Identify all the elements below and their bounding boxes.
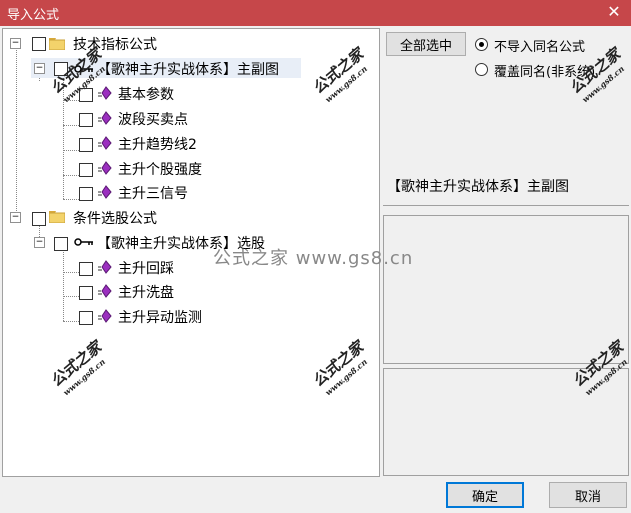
formula-gem-icon (98, 185, 112, 199)
tree-item-label: 主升异动监测 (118, 310, 202, 326)
cancel-button[interactable]: 取消 (549, 482, 627, 508)
tree-item-label: 主升三信号 (118, 186, 188, 202)
radio-skip-duplicates[interactable] (475, 38, 488, 51)
tree-item[interactable]: 主升异动监测 (79, 306, 279, 326)
tree-line (63, 125, 79, 126)
formula-gem-icon (98, 136, 112, 150)
checkbox[interactable] (32, 37, 46, 51)
formula-description-box (383, 215, 629, 364)
tree-item-label: 主升洗盘 (118, 285, 174, 301)
collapse-toggle[interactable]: − (34, 63, 45, 74)
title-bar: 导入公式 ✕ (0, 0, 631, 26)
collapse-toggle[interactable]: − (10, 38, 21, 49)
watermark-center: 公式之家 www.gs8.cn (213, 248, 414, 269)
tree-item[interactable]: 波段买卖点 (79, 108, 279, 128)
formula-gem-icon (98, 309, 112, 323)
key-icon (74, 238, 93, 246)
checkbox[interactable] (79, 262, 93, 276)
window-title: 导入公式 (7, 8, 60, 23)
checkbox[interactable] (79, 113, 93, 127)
tree-line (63, 296, 79, 297)
checkbox[interactable] (54, 237, 68, 251)
formula-gem-icon (98, 111, 112, 125)
tree-line (63, 199, 79, 200)
tree-item-label: 主升趋势线2 (118, 137, 197, 153)
checkbox[interactable] (79, 286, 93, 300)
radio-skip-duplicates-label[interactable]: 不导入同名公式 (494, 36, 585, 55)
folder-icon (49, 211, 65, 223)
divider (383, 205, 629, 206)
tree-item[interactable]: 主升洗盘 (79, 281, 279, 301)
tree-item-label: 主升回踩 (118, 261, 174, 277)
formula-gem-icon (98, 161, 112, 175)
tree-line (63, 272, 79, 273)
checkbox[interactable] (79, 163, 93, 177)
checkbox[interactable] (32, 212, 46, 226)
formula-gem-icon (98, 86, 112, 100)
collapse-toggle[interactable]: − (34, 237, 45, 248)
tree-item[interactable]: 主升趋势线2 (79, 133, 279, 153)
collapse-toggle[interactable]: − (10, 212, 21, 223)
tree-item[interactable]: 基本参数 (79, 83, 279, 103)
select-all-button[interactable]: 全部选中 (386, 32, 466, 56)
checkbox[interactable] (79, 311, 93, 325)
tree-item[interactable]: 主升个股强度 (79, 158, 279, 178)
ok-button[interactable]: 确定 (446, 482, 524, 508)
tree-group-indicators[interactable]: − 技术指标公式 (3, 33, 203, 53)
tree-line (63, 249, 64, 321)
tree-line (63, 150, 79, 151)
close-icon[interactable]: ✕ (605, 2, 623, 22)
checkbox[interactable] (79, 138, 93, 152)
checkbox[interactable] (79, 187, 93, 201)
formula-gem-icon (98, 260, 112, 274)
tree-item-label: 主升个股强度 (118, 162, 202, 178)
selected-formula-name: 【歌神主升实战体系】主副图 (387, 179, 569, 195)
tree-item-label: 波段买卖点 (118, 112, 188, 128)
tree-item[interactable]: 主升三信号 (79, 182, 279, 202)
tree-formula-label: 【歌神主升实战体系】主副图 (97, 62, 279, 78)
tree-group-screening[interactable]: − 条件选股公式 (3, 207, 203, 227)
radio-overwrite-duplicates[interactable] (475, 63, 488, 76)
tree-line (16, 47, 17, 219)
tree-group-label: 条件选股公式 (73, 211, 157, 227)
tree-line (63, 175, 79, 176)
import-formula-dialog: 导入公式 ✕ − 技术指标公式 − 【歌神主升实战体系】主副图 基本参数 波段买… (0, 0, 631, 513)
selected-formula-name-area: 【歌神主升实战体系】主副图 (383, 173, 627, 207)
tree-line (63, 321, 79, 322)
tree-item-label: 基本参数 (118, 87, 174, 103)
folder-icon (49, 38, 65, 50)
formula-gem-icon (98, 284, 112, 298)
